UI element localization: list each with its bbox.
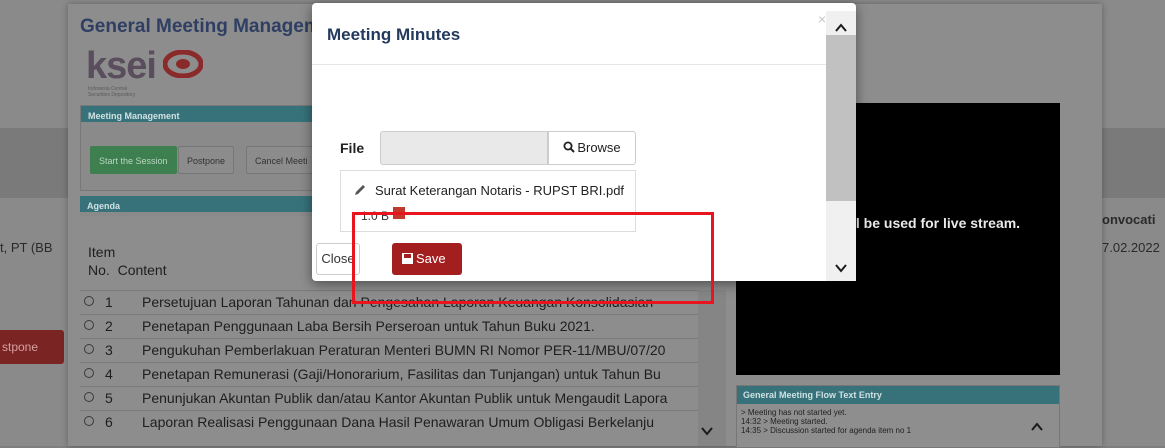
modal-chevron-up-icon[interactable] <box>834 21 848 35</box>
radio-button[interactable] <box>84 320 94 330</box>
browse-label: Browse <box>577 140 621 155</box>
cancel-meeting-button[interactable]: Cancel Meeti <box>246 146 316 174</box>
bg-postpone-button[interactable]: stpone <box>0 330 64 364</box>
agenda-column-headers: Item No. Content <box>88 244 167 278</box>
radio-button[interactable] <box>84 392 94 402</box>
agenda-no: 3 <box>105 342 113 358</box>
agenda-content: Penetapan Penggunaan Laba Bersih Persero… <box>142 318 595 334</box>
browse-button[interactable]: Browse <box>548 131 636 165</box>
col-no: No. <box>88 262 110 278</box>
logo-subtitle: Indonesia Central Securities Depository <box>88 86 136 98</box>
flow-chevron-up-icon[interactable] <box>1030 420 1044 434</box>
agenda-no: 4 <box>105 366 113 382</box>
agenda-scrollbar[interactable] <box>698 290 726 446</box>
agenda-no: 1 <box>105 294 113 310</box>
agenda-row[interactable]: 5 Penunjukan Akuntan Publik dan/atau Kant… <box>80 386 698 410</box>
pencil-icon <box>353 183 367 202</box>
bg-convocation-partial: onvocati <box>1102 212 1156 227</box>
flow-line: 14:35 > Discussion started for agenda it… <box>741 426 912 435</box>
agenda-header: Agenda <box>80 196 320 212</box>
radio-button[interactable] <box>84 416 94 426</box>
postpone-button[interactable]: Postpone <box>178 146 235 174</box>
modal-title: Meeting Minutes <box>327 25 461 44</box>
flow-text-entry-box: General Meeting Flow Text Entry > Meetin… <box>736 385 1060 448</box>
radio-button[interactable] <box>84 344 94 354</box>
col-item: Item <box>88 244 116 260</box>
agenda-content: Penunjukan Akuntan Publik dan/atau Kanto… <box>142 390 668 406</box>
agenda-content: Penetapan Remunerasi (Gaji/Honorarium, F… <box>142 366 661 382</box>
bg-company-partial: t, PT (BB <box>0 240 53 255</box>
logo-text: ksei <box>86 45 157 87</box>
agenda-content: Pengukuhan Pemberlakuan Peraturan Menter… <box>142 342 666 358</box>
agenda-chevron-down-icon[interactable] <box>700 424 714 438</box>
modal-divider <box>312 64 856 65</box>
start-session-button[interactable]: Start the Session <box>90 146 177 174</box>
agenda-row[interactable]: 3 Pengukuhan Pemberlakuan Peraturan Mente… <box>80 338 698 362</box>
modal-chevron-down-icon[interactable] <box>834 261 848 275</box>
agenda-row[interactable]: 6 Laporan Realisasi Penggunaan Dana Hasil… <box>80 410 698 434</box>
agenda-row[interactable]: 4 Penetapan Remunerasi (Gaji/Honorarium, … <box>80 362 698 386</box>
radio-button[interactable] <box>84 296 94 306</box>
bg-date-partial: 7.02.2022 <box>1102 240 1160 255</box>
radio-button[interactable] <box>84 368 94 378</box>
col-content: Content <box>117 262 167 278</box>
agenda-content: Laporan Realisasi Penggunaan Dana Hasil … <box>142 414 655 430</box>
flow-header: General Meeting Flow Text Entry <box>737 386 1059 404</box>
agenda-row[interactable]: 2 Penetapan Penggunaan Laba Bersih Perser… <box>80 314 698 338</box>
flow-line: 14:32 > Meeting started. <box>741 417 828 426</box>
logo-mark-icon <box>162 49 204 83</box>
modal-close-icon[interactable]: × <box>818 11 826 27</box>
ksei-logo: ksei Indonesia Central Securities Deposi… <box>86 45 204 98</box>
modal-scrollbar-thumb[interactable] <box>826 35 856 201</box>
file-input[interactable] <box>380 131 548 165</box>
flow-line: > Meeting has not started yet. <box>741 408 847 417</box>
agenda-no: 2 <box>105 318 113 334</box>
panel-title: General Meeting Manageme <box>80 16 332 37</box>
agenda-no: 6 <box>105 414 113 430</box>
annotation-highlight-box <box>352 212 714 304</box>
agenda-box: Agenda <box>80 196 320 216</box>
agenda-no: 5 <box>105 390 113 406</box>
live-stream-text: ll be used for live stream. <box>852 215 1021 231</box>
uploaded-file-name[interactable]: Surat Keterangan Notaris - RUPST BRI.pdf <box>375 183 624 198</box>
file-label: File <box>340 140 365 156</box>
search-icon <box>563 141 576 153</box>
